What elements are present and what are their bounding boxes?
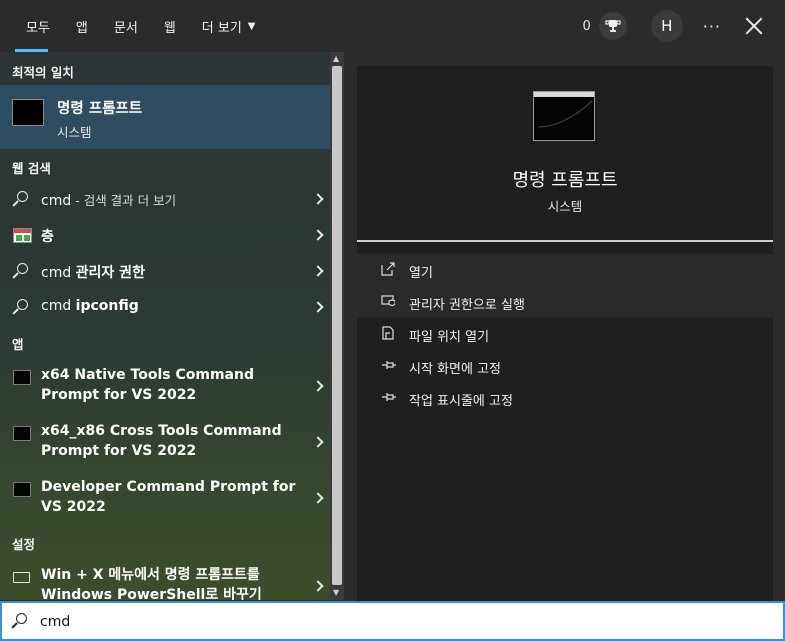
search-icon [12,263,29,279]
command-prompt-icon [13,426,31,441]
web-result-item[interactable]: 층 [0,217,330,253]
tab-web[interactable]: 웹 [151,0,189,52]
rewards-points: 0 [582,18,591,34]
tab-more-label: 더 보기 [201,20,242,36]
image-thumbnail-icon [13,228,32,243]
pin-icon [381,358,397,374]
settings-result-item[interactable]: Win + X 메뉴에서 명령 프롬프트를 Windows PowerShell로… [0,562,330,600]
action-open[interactable]: 열기 [357,254,773,286]
tab-documents[interactable]: 문서 [101,0,151,52]
action-open-file-location-label: 파일 위치 열기 [409,330,490,345]
best-match-subtitle: 시스템 [57,125,92,140]
chevron-right-icon [312,301,324,313]
web-result-suffix: - 검색 결과 더 보기 [71,193,177,208]
scroll-down-arrow-icon[interactable]: ▼ [333,588,339,597]
web-result-suggestion: ipconfig [75,298,139,314]
detail-pane: 명령 프롬프트 시스템 열기 관리자 권한으로 실행 파일 위치 열기 시작 화… [357,66,773,602]
action-open-label: 열기 [409,266,433,281]
tab-web-label: 웹 [163,20,176,36]
app-name-line2: VS 2022 [41,499,106,515]
detail-subtitle: 시스템 [547,199,583,214]
chevron-right-icon [312,265,324,277]
setting-name-line1: Win + X 메뉴에서 명령 프롬프트를 [41,567,260,583]
web-result-query: 층 [41,229,54,245]
app-result-item[interactable]: x64 Native Tools Command Prompt for VS 20… [0,362,330,418]
action-run-as-admin[interactable]: 관리자 권한으로 실행 [357,286,773,318]
action-open-file-location[interactable]: 파일 위치 열기 [357,318,773,350]
web-result-query: cmd [41,193,72,209]
action-pin-to-taskbar-label: 작업 표시줄에 고정 [409,394,513,409]
shield-icon [381,294,397,310]
web-result-prefix: cmd [41,265,76,281]
command-prompt-icon [13,482,31,497]
section-web-search: 웹 검색 [12,161,51,176]
web-result-prefix: cmd [41,298,76,314]
web-result-item[interactable]: cmd - 검색 결과 더 보기 [0,181,330,217]
avatar[interactable]: H [650,10,683,42]
results-scrollbar[interactable]: ▲ ▼ [330,52,344,600]
scrollbar-thumb[interactable] [332,66,342,585]
search-icon [11,613,28,629]
search-tab-bar: 모두 앱 문서 웹 더 보기 ▼ 0 H ··· [0,0,785,52]
avatar-letter: H [661,17,673,35]
chevron-right-icon [312,193,324,205]
tab-more[interactable]: 더 보기 ▼ [189,0,269,52]
action-pin-to-start[interactable]: 시작 화면에 고정 [357,350,773,382]
section-best-match: 최적의 일치 [12,65,74,80]
divider [357,240,773,242]
more-options-button[interactable]: ··· [703,17,721,36]
tab-documents-label: 문서 [113,20,138,36]
web-result-item[interactable]: cmd 관리자 권한 [0,253,330,289]
close-icon[interactable] [745,17,763,35]
web-result-suggestion: 관리자 권한 [75,265,145,281]
tab-apps[interactable]: 앱 [63,0,101,52]
section-settings: 설정 [12,537,36,552]
chevron-down-icon: ▼ [247,20,256,32]
app-name-line1: x64_x86 Cross Tools Command [41,423,282,439]
web-result-item[interactable]: cmd ipconfig [0,289,330,325]
app-name-line2: Prompt for VS 2022 [41,387,197,403]
search-input[interactable] [40,611,740,633]
tab-all-label: 모두 [26,20,50,36]
search-box[interactable] [0,601,785,641]
chevron-right-icon [312,436,324,448]
app-result-item[interactable]: Developer Command Prompt for VS 2022 [0,474,330,530]
scroll-up-arrow-icon[interactable]: ▲ [333,54,339,63]
section-apps: 앱 [12,337,24,352]
command-prompt-large-icon [533,91,595,141]
action-run-as-admin-label: 관리자 권한으로 실행 [409,298,525,313]
open-icon [381,262,397,278]
results-pane: 최적의 일치 명령 프롬프트 시스템 웹 검색 cmd - 검색 결과 더 보기… [0,52,330,600]
rewards-trophy-icon[interactable] [598,12,627,40]
app-name-line1: Developer Command Prompt for [41,479,296,495]
monitor-settings-icon [13,572,30,583]
command-prompt-icon [13,370,31,385]
chevron-right-icon [312,580,324,592]
command-prompt-icon [12,99,44,126]
chevron-right-icon [312,492,324,504]
pin-icon [381,390,397,406]
detail-title: 명령 프롬프트 [512,170,618,191]
chevron-right-icon [312,380,324,392]
file-location-icon [381,326,397,342]
app-name-line2: Prompt for VS 2022 [41,443,197,459]
chevron-right-icon [312,229,324,241]
best-match-title: 명령 프롬프트 [57,101,143,117]
action-pin-to-start-label: 시작 화면에 고정 [409,362,501,377]
action-pin-to-taskbar[interactable]: 작업 표시줄에 고정 [357,382,773,414]
tab-all[interactable]: 모두 [0,0,63,52]
tab-apps-label: 앱 [75,20,88,36]
app-name-line1: x64 Native Tools Command [41,367,254,383]
search-icon [12,299,29,315]
search-icon [12,191,29,207]
app-result-item[interactable]: x64_x86 Cross Tools Command Prompt for VS… [0,418,330,474]
best-match-item[interactable]: 명령 프롬프트 시스템 [0,85,330,149]
setting-name-line2: Windows PowerShell로 바꾸기 [41,587,262,600]
